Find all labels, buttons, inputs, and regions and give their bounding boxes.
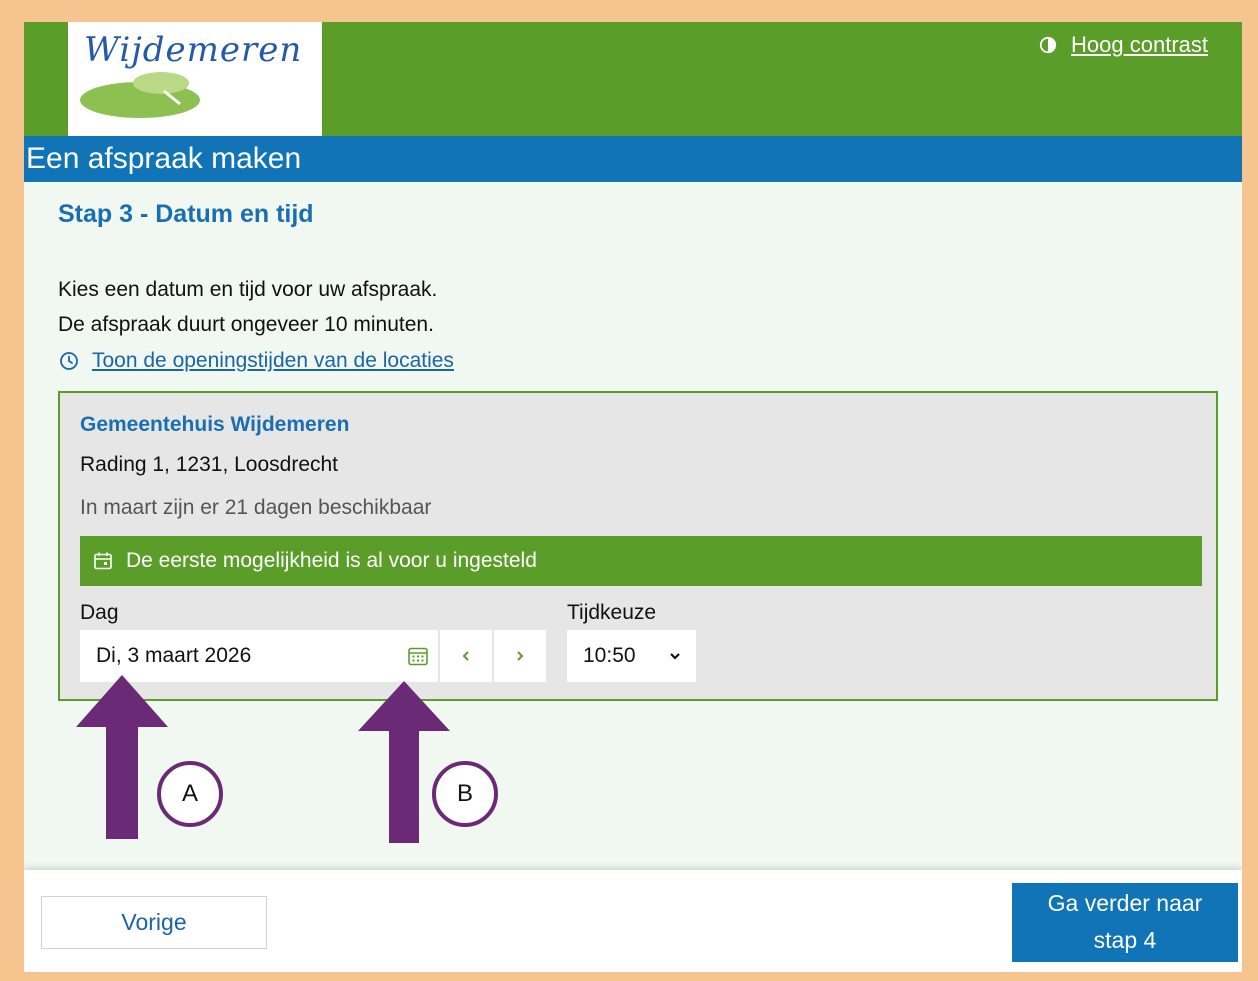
location-address: Rading 1, 1231, Loosdrecht — [80, 453, 339, 476]
date-picker-button[interactable] — [398, 630, 438, 682]
annotation-arrow-b — [358, 681, 450, 843]
time-select[interactable]: 10:50 — [567, 630, 696, 682]
day-label: Dag — [80, 601, 119, 624]
footer-navigation: Vorige Ga verder naar stap 4 — [24, 870, 1242, 972]
first-availability-notice: De eerste mogelijkheid is al voor u inge… — [80, 536, 1202, 586]
calendar-check-icon — [94, 552, 112, 570]
next-step-button[interactable]: Ga verder naar stap 4 — [1012, 883, 1238, 962]
next-day-button[interactable] — [494, 630, 546, 682]
location-card: Gemeentehuis Wijdemeren Rading 1, 1231, … — [58, 391, 1218, 701]
annotation-arrow-a — [76, 675, 168, 839]
chevron-left-icon — [462, 651, 469, 661]
step-title: Stap 3 - Datum en tijd — [58, 200, 314, 228]
page-title: Een afspraak maken — [26, 142, 302, 175]
next-step-label-line-1: Ga verder naar — [1047, 890, 1203, 916]
page-title-bar: Een afspraak maken — [24, 136, 1242, 182]
opening-hours-link[interactable]: Toon de openingstijden van de locaties — [58, 349, 454, 373]
previous-step-button[interactable]: Vorige — [41, 896, 267, 949]
site-header: Wijdemeren Hoog contrast — [24, 22, 1242, 136]
high-contrast-link[interactable]: Hoog contrast — [1071, 32, 1208, 58]
annotation-badge-a: A — [157, 761, 223, 827]
date-value[interactable]: Di, 3 maart 2026 — [80, 644, 398, 668]
page-frame: Wijdemeren Hoog contrast Een afspraak ma… — [24, 22, 1242, 972]
intro-text: Kies een datum en tijd voor uw afspraak.… — [58, 272, 437, 342]
logo-text: Wijdemeren — [84, 30, 303, 70]
previous-day-button[interactable] — [440, 630, 492, 682]
municipality-logo[interactable]: Wijdemeren — [68, 22, 322, 136]
annotation-badge-b: B — [432, 761, 498, 827]
chevron-right-icon — [517, 651, 524, 661]
location-name: Gemeentehuis Wijdemeren — [80, 413, 350, 436]
clock-icon — [60, 352, 78, 370]
intro-line-1: Kies een datum en tijd voor uw afspraak. — [58, 278, 438, 301]
calendar-icon — [408, 647, 428, 666]
intro-line-2: De afspraak duurt ongeveer 10 minuten. — [58, 313, 434, 336]
time-label: Tijdkeuze — [567, 601, 657, 624]
chevron-down-icon — [670, 653, 680, 660]
opening-hours-link-text[interactable]: Toon de openingstijden van de locaties — [92, 349, 454, 373]
next-step-label-line-2: stap 4 — [1093, 927, 1157, 953]
notice-text: De eerste mogelijkheid is al voor u inge… — [126, 549, 537, 572]
time-value[interactable]: 10:50 — [583, 644, 636, 668]
contrast-icon — [1039, 36, 1057, 54]
contrast-toggle[interactable]: Hoog contrast — [1039, 32, 1208, 58]
availability-text: In maart zijn er 21 dagen beschikbaar — [80, 496, 432, 519]
